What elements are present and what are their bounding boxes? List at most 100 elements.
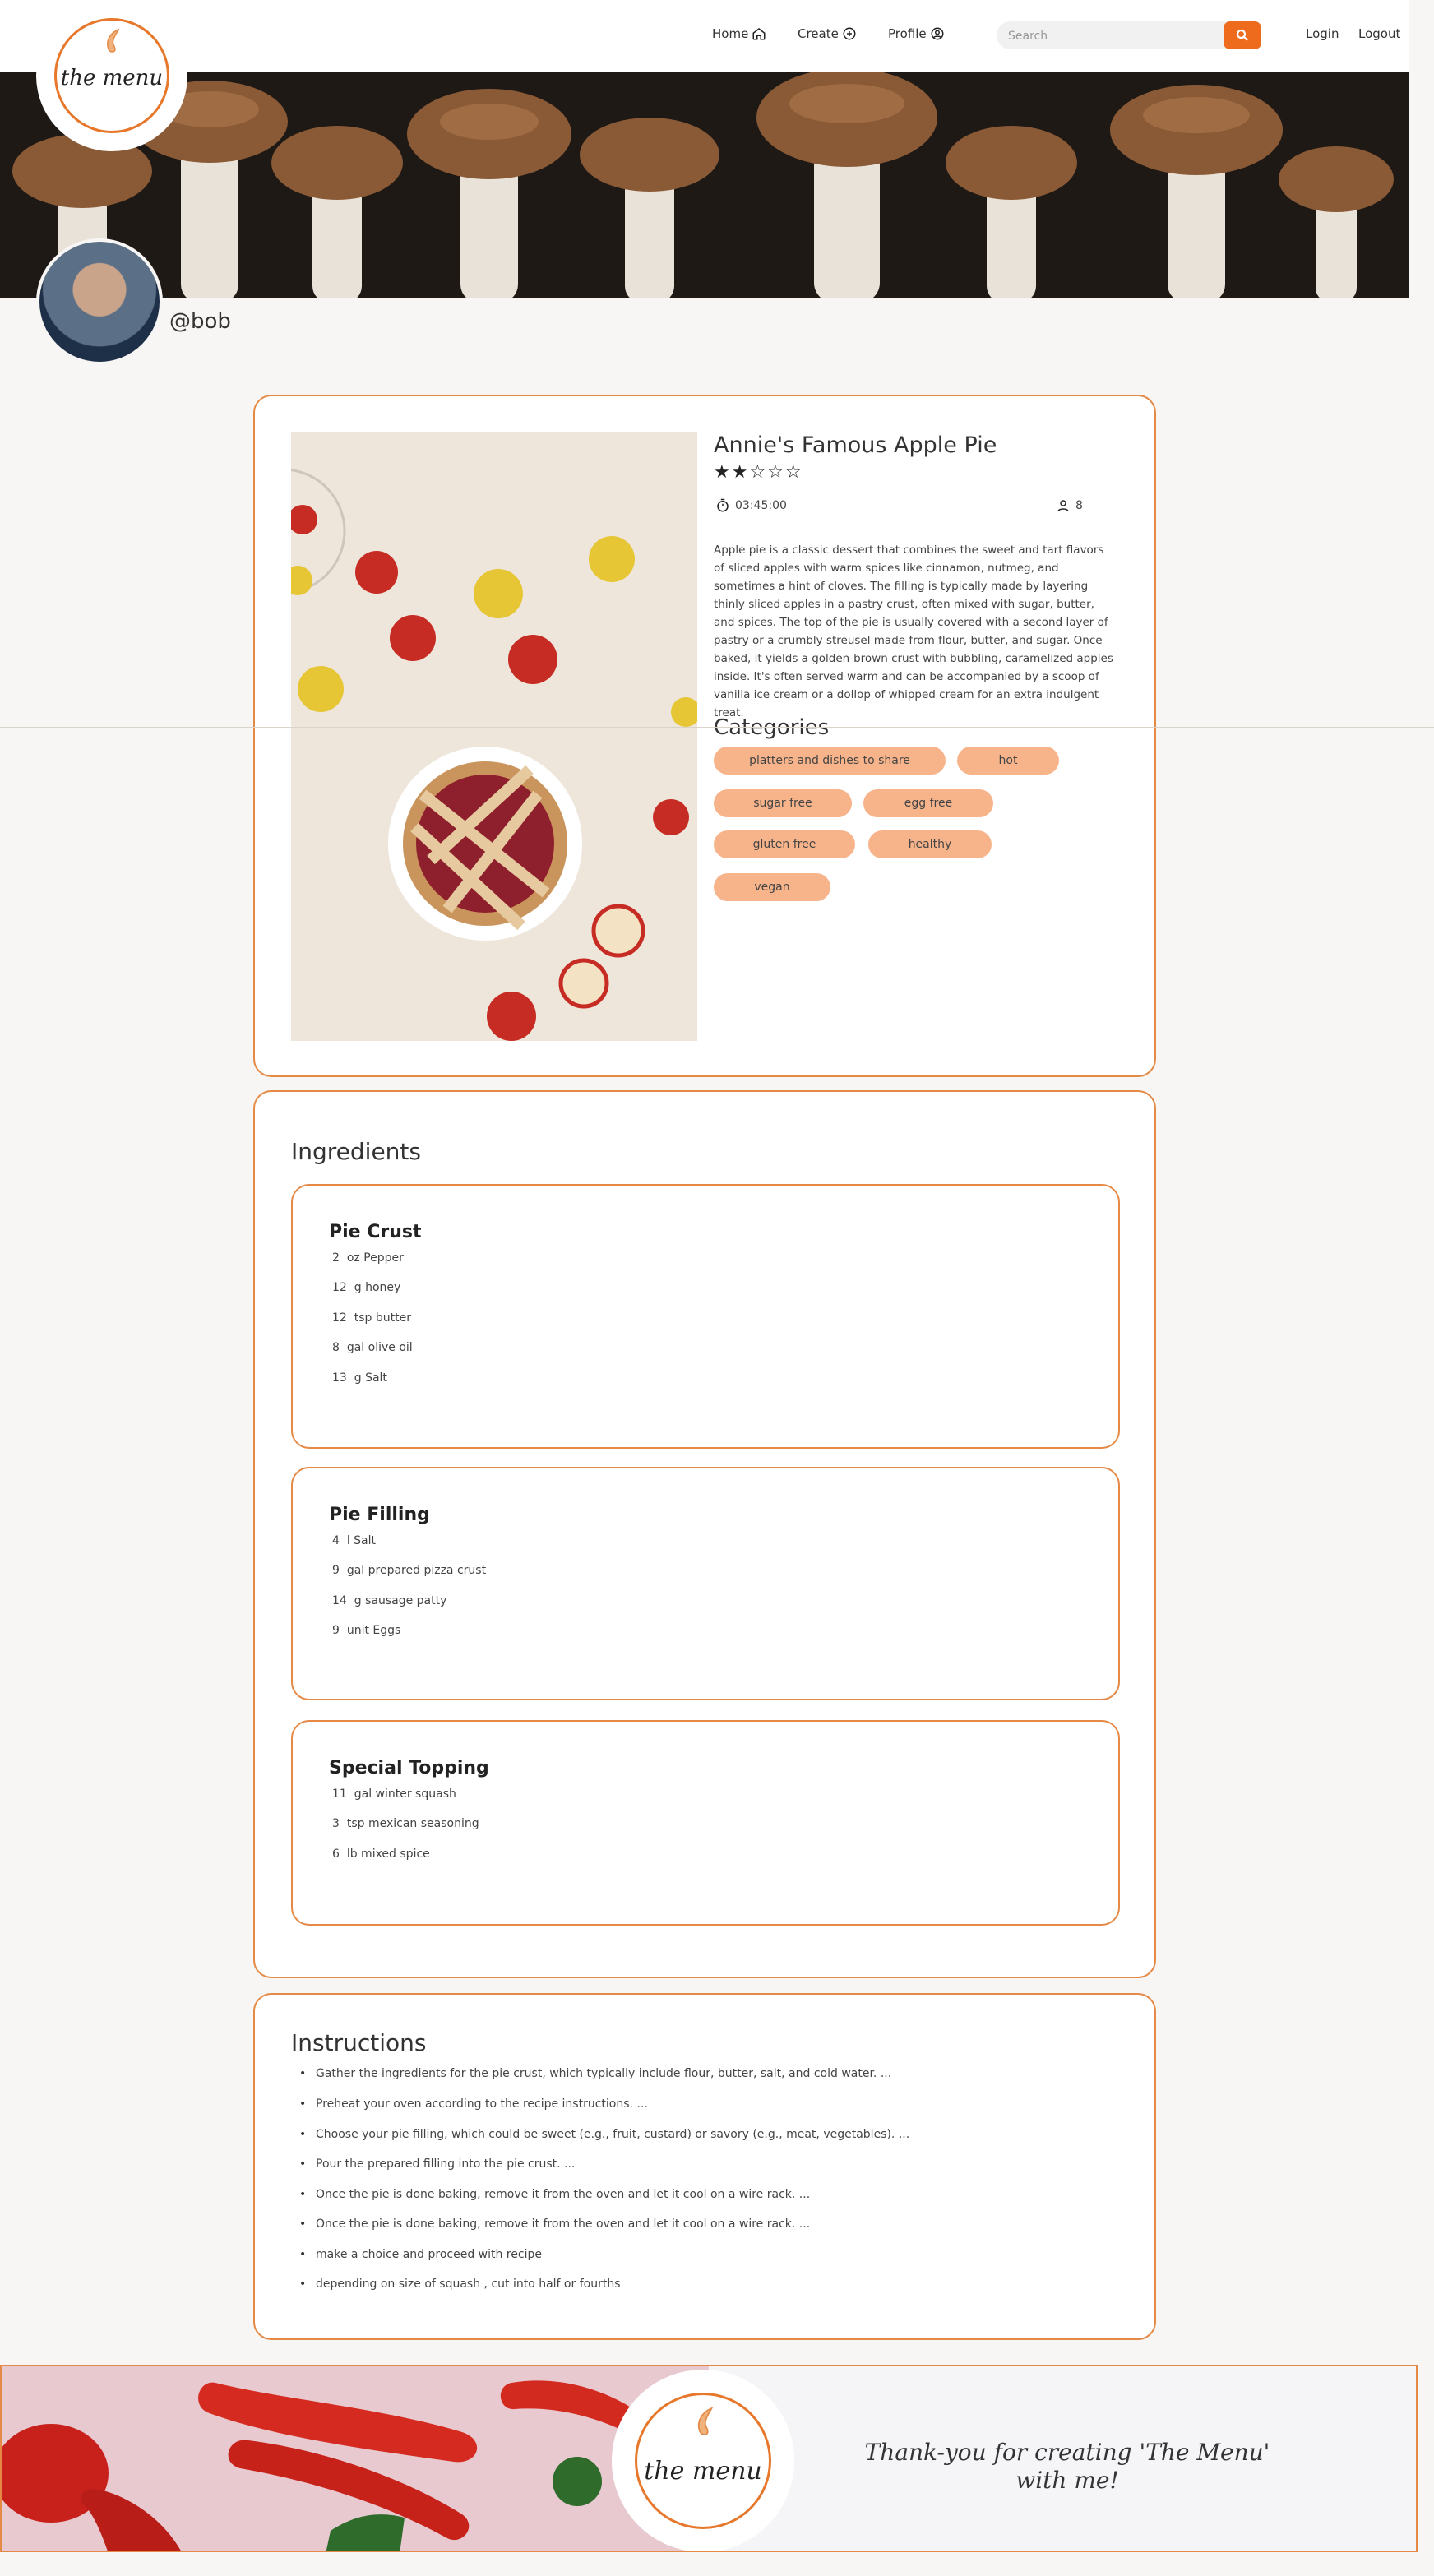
ingredient-qty: 8 (332, 1341, 340, 1354)
ingredient-group: Pie Crust 2 oz Pepper 12 g honey 12 tsp … (291, 1184, 1120, 1449)
page-divider (0, 727, 1434, 728)
ingredient-item: 9 gal prepared pizza crust (332, 1564, 486, 1577)
footer-logo-text: the menu (644, 2457, 762, 2486)
ingredient-group-name: Pie Crust (329, 1222, 422, 1242)
ingredient-text: gal prepared pizza crust (346, 1564, 487, 1577)
user-circle-icon (931, 27, 944, 40)
search-input[interactable] (1006, 21, 1224, 51)
ingredient-text: gal winter squash (354, 1787, 456, 1801)
ingredient-qty: 9 (332, 1624, 340, 1637)
ingredient-group: Pie Filling 4 l Salt 9 gal prepared pizz… (291, 1467, 1120, 1700)
instruction-step: Preheat your oven according to the recip… (299, 2097, 648, 2111)
category-chip[interactable]: vegan (714, 873, 830, 901)
instruction-step: Gather the ingredients for the pie crust… (299, 2067, 891, 2080)
instruction-step: Pour the prepared filling into the pie c… (299, 2157, 575, 2171)
search-icon (1236, 29, 1248, 41)
ingredient-item: 2 oz Pepper (332, 1251, 404, 1265)
ingredient-item: 6 lb mixed spice (332, 1848, 430, 1861)
ingredient-item: 11 gal winter squash (332, 1787, 456, 1801)
ingredient-qty: 6 (332, 1848, 340, 1861)
ingredient-qty: 9 (332, 1564, 340, 1577)
footer-logo[interactable]: the menu (612, 2370, 794, 2551)
nav-create-link[interactable]: Create (798, 26, 857, 41)
recipe-title: Annie's Famous Apple Pie (714, 432, 997, 458)
ingredients-card: Ingredients Pie Crust 2 oz Pepper 12 g h… (253, 1090, 1156, 1978)
ingredient-item: 3 tsp mexican seasoning (332, 1817, 479, 1830)
chili-peppers-photo (2, 2366, 709, 2551)
mushroom-banner-image (0, 72, 1409, 298)
instruction-step: Choose your pie filling, which could be … (299, 2128, 909, 2141)
servings-value: 8 (1076, 499, 1083, 512)
instruction-step: depending on size of squash , cut into h… (299, 2278, 620, 2291)
instruction-step: Once the pie is done baking, remove it f… (299, 2188, 810, 2201)
prep-time-value: 03:45:00 (735, 499, 787, 512)
ingredient-text: unit Eggs (346, 1624, 401, 1637)
user-avatar[interactable] (36, 238, 163, 365)
ingredient-text: g sausage patty (354, 1594, 447, 1607)
servings: 8 (1056, 498, 1083, 513)
ingredient-qty: 14 (332, 1594, 347, 1607)
nav-profile-label: Profile (888, 26, 927, 41)
category-chip[interactable]: gluten free (714, 830, 855, 858)
ingredient-qty: 4 (332, 1534, 340, 1547)
category-chip[interactable]: egg free (863, 789, 993, 817)
profile-username: @bob (169, 309, 231, 334)
ingredient-item: 14 g sausage patty (332, 1594, 446, 1607)
chili-logo-icon (697, 2407, 714, 2435)
footer-thanks-line1: Thank-you for creating 'The Menu' (864, 2439, 1270, 2466)
profile-banner (0, 72, 1409, 298)
timer-icon (717, 498, 729, 512)
nav-home-link[interactable]: Home (712, 26, 766, 41)
chili-logo-icon (107, 28, 120, 53)
ingredient-text: g honey (354, 1281, 401, 1294)
ingredient-group-name: Pie Filling (329, 1505, 430, 1525)
ingredient-item: 12 tsp butter (332, 1311, 411, 1325)
ingredient-group: Special Topping 11 gal winter squash 3 t… (291, 1720, 1120, 1926)
search-bar (997, 21, 1261, 51)
ingredient-qty: 13 (332, 1371, 347, 1385)
ingredient-text: gal olive oil (346, 1341, 413, 1354)
category-chip[interactable]: sugar free (714, 789, 852, 817)
ingredient-text: g Salt (354, 1371, 387, 1385)
footer-thanks-message: Thank-you for creating 'The Menu' with m… (862, 2439, 1273, 2495)
category-chip[interactable]: hot (957, 747, 1059, 775)
ingredient-qty: 11 (332, 1787, 347, 1801)
instructions-card: Instructions Gather the ingredients for … (253, 1993, 1156, 2340)
ingredient-group-name: Special Topping (329, 1758, 489, 1778)
prep-time: 03:45:00 (715, 498, 787, 513)
ingredient-text: l Salt (346, 1534, 377, 1547)
ingredient-qty: 3 (332, 1817, 340, 1830)
ingredient-text: lb mixed spice (346, 1848, 430, 1861)
search-button[interactable] (1224, 21, 1261, 49)
ingredient-qty: 12 (332, 1281, 347, 1294)
logout-link[interactable]: Logout (1358, 26, 1400, 41)
login-label: Login (1306, 26, 1339, 41)
home-icon (752, 28, 766, 40)
instruction-step: make a choice and proceed with recipe (299, 2248, 542, 2261)
footer-thanks-line2: with me! (1015, 2467, 1119, 2494)
recipe-rating[interactable]: ★★☆☆☆ (714, 462, 803, 483)
category-chip[interactable]: platters and dishes to share (714, 747, 946, 775)
site-footer: the menu Thank-you for creating 'The Men… (0, 2365, 1418, 2552)
category-chip[interactable]: healthy (868, 830, 992, 858)
nav-profile-link[interactable]: Profile (888, 26, 945, 41)
ingredient-text: tsp mexican seasoning (346, 1817, 479, 1830)
logout-label: Logout (1358, 26, 1401, 41)
ingredient-text: tsp butter (354, 1311, 411, 1325)
instructions-title: Instructions (291, 2029, 427, 2056)
recipe-image (291, 432, 697, 1041)
logo-text: the menu (60, 66, 164, 90)
ingredient-item: 4 l Salt (332, 1534, 376, 1547)
instruction-step: Once the pie is done baking, remove it f… (299, 2218, 810, 2231)
recipe-card: Annie's Famous Apple Pie ★★☆☆☆ 03:45:00 … (253, 395, 1156, 1077)
ingredient-item: 9 unit Eggs (332, 1624, 400, 1637)
nav-create-label: Create (798, 26, 839, 41)
login-link[interactable]: Login (1306, 26, 1339, 41)
plus-circle-icon (843, 27, 856, 40)
ingredient-qty: 12 (332, 1311, 347, 1325)
ingredient-item: 12 g honey (332, 1281, 400, 1294)
ingredients-title: Ingredients (291, 1138, 421, 1165)
categories-title: Categories (714, 715, 830, 740)
site-logo[interactable]: the menu (36, 0, 187, 151)
chili-footer-image (2, 2366, 709, 2551)
